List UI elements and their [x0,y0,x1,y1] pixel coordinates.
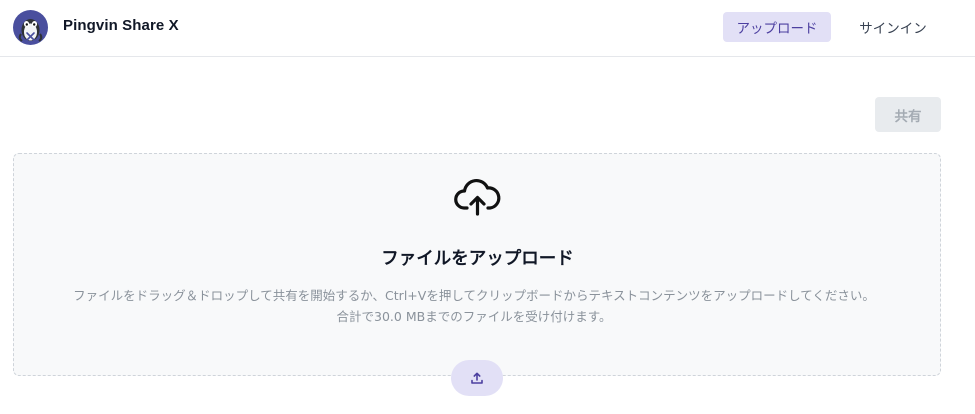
dropzone-title: ファイルをアップロード [381,249,574,269]
upload-icon [471,372,483,384]
dropzone-description-line2: 合計で30.0 MBまでのファイルを受け付けます。 [336,309,612,324]
top-header: Pingvin Share X アップロード サインイン [0,0,975,57]
upload-button[interactable] [451,360,503,396]
dropzone-description: ファイルをドラッグ＆ドロップして共有を開始するか、Ctrl+Vを押してクリップボ… [0,285,948,327]
nav-upload-link[interactable]: アップロード [723,12,831,42]
cloud-upload-icon [454,178,501,216]
app-title[interactable]: Pingvin Share X [63,17,179,34]
penguin-logo-icon[interactable] [13,10,48,45]
nav-signin-link[interactable]: サインイン [844,12,942,42]
share-button[interactable]: 共有 [875,97,941,132]
dropzone-description-line1: ファイルをドラッグ＆ドロップして共有を開始するか、Ctrl+Vを押してクリップボ… [73,288,875,303]
